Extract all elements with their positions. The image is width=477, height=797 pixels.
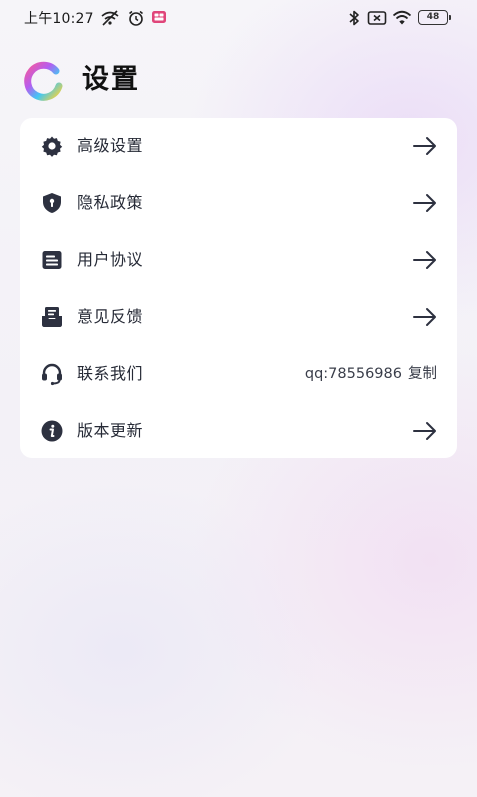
no-sim-icon (367, 11, 387, 25)
app-logo-icon (24, 61, 63, 101)
feedback-icon (42, 307, 62, 327)
settings-item-version-update[interactable]: 版本更新 (20, 403, 457, 460)
arrow-right-icon (413, 194, 436, 212)
settings-item-contact: 联系我们 qq:78556986 复制 (20, 346, 457, 403)
settings-item-privacy[interactable]: 隐私政策 (20, 175, 457, 232)
wifi-off-icon (101, 10, 119, 26)
settings-item-feedback[interactable]: 意见反馈 (20, 289, 457, 346)
alarm-icon (129, 10, 143, 26)
arrow-right-icon (413, 308, 436, 326)
headset-icon (42, 363, 62, 386)
settings-item-label: 用户协议 (77, 250, 144, 269)
arrow-right-icon (413, 422, 436, 440)
page-title: 设置 (82, 64, 140, 95)
shield-lock-icon (43, 193, 61, 213)
gear-icon (41, 136, 63, 157)
settings-item-label: 联系我们 (77, 364, 144, 383)
settings-item-label: 隐私政策 (77, 193, 144, 212)
app-notification-icon (152, 11, 166, 23)
settings-item-label: 意见反馈 (77, 307, 144, 326)
settings-item-label: 高级设置 (77, 136, 144, 155)
settings-item-advanced[interactable]: 高级设置 (20, 118, 457, 175)
status-bar: 上午10:27 48 (0, 0, 477, 36)
document-icon (42, 251, 62, 269)
copy-button[interactable]: 复制 (408, 366, 437, 382)
page-header: 设置 (20, 56, 460, 106)
settings-item-user-agreement[interactable]: 用户协议 (20, 232, 457, 289)
arrow-right-icon (413, 137, 436, 155)
bluetooth-icon (349, 10, 359, 26)
qq-number: qq:78556986 (304, 366, 402, 382)
settings-card: 高级设置 隐私政策 用户协议 意见反馈 联系我们 qq:78556986 复制 … (20, 118, 457, 458)
arrow-right-icon (413, 251, 436, 269)
info-icon (41, 420, 63, 442)
contact-info: qq:78556986 复制 (305, 364, 437, 384)
settings-item-label: 版本更新 (77, 421, 144, 440)
wifi-icon (392, 10, 412, 25)
status-time: 上午10:27 (24, 11, 94, 27)
battery-indicator: 48 (418, 10, 451, 25)
